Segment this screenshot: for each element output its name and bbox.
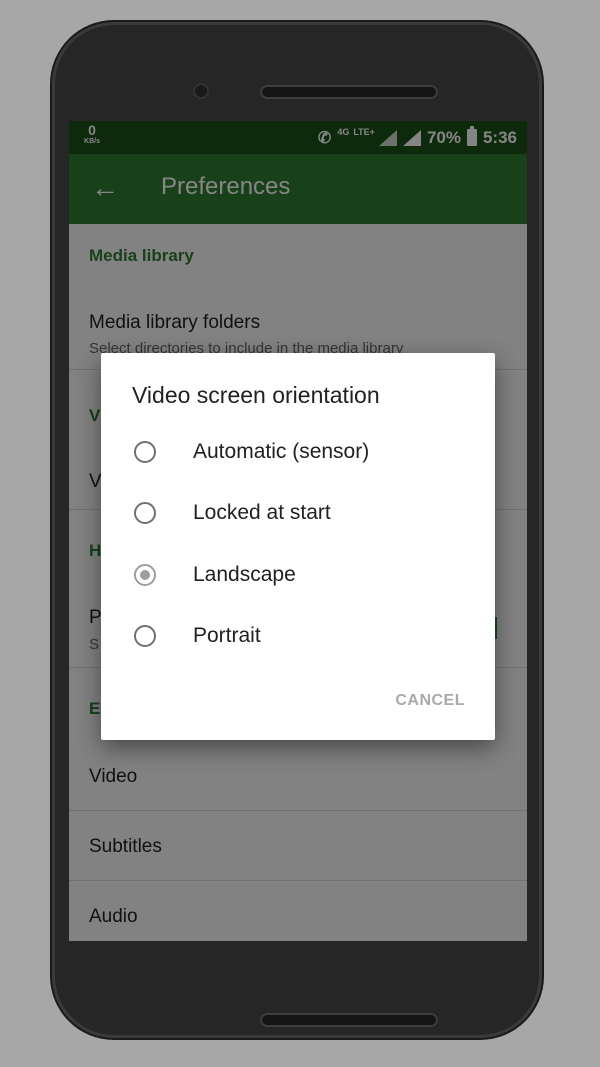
option-locked-at-start[interactable]: Locked at start	[101, 487, 495, 543]
option-landscape[interactable]: Landscape	[101, 549, 495, 605]
bottom-speaker	[260, 1013, 438, 1027]
radio-unchecked-icon[interactable]	[134, 502, 156, 524]
option-label: Automatic (sensor)	[193, 440, 370, 463]
cancel-button[interactable]: CANCEL	[395, 692, 465, 710]
option-label: Landscape	[193, 563, 296, 586]
dialog-title: Video screen orientation	[132, 382, 380, 408]
option-portrait[interactable]: Portrait	[101, 610, 495, 666]
option-label: Portrait	[193, 624, 261, 647]
radio-unchecked-icon[interactable]	[134, 625, 156, 647]
radio-checked-icon[interactable]	[134, 564, 156, 586]
earpiece-speaker	[260, 85, 438, 99]
device-screen: 0 KB/s ✆ 4G LTE+ 70% 5:36 ← Preferences …	[69, 121, 527, 941]
option-label: Locked at start	[193, 501, 331, 524]
option-automatic-sensor[interactable]: Automatic (sensor)	[101, 426, 495, 482]
front-camera	[193, 83, 209, 99]
orientation-dialog: Video screen orientation Automatic (sens…	[101, 353, 495, 740]
radio-unchecked-icon[interactable]	[134, 441, 156, 463]
